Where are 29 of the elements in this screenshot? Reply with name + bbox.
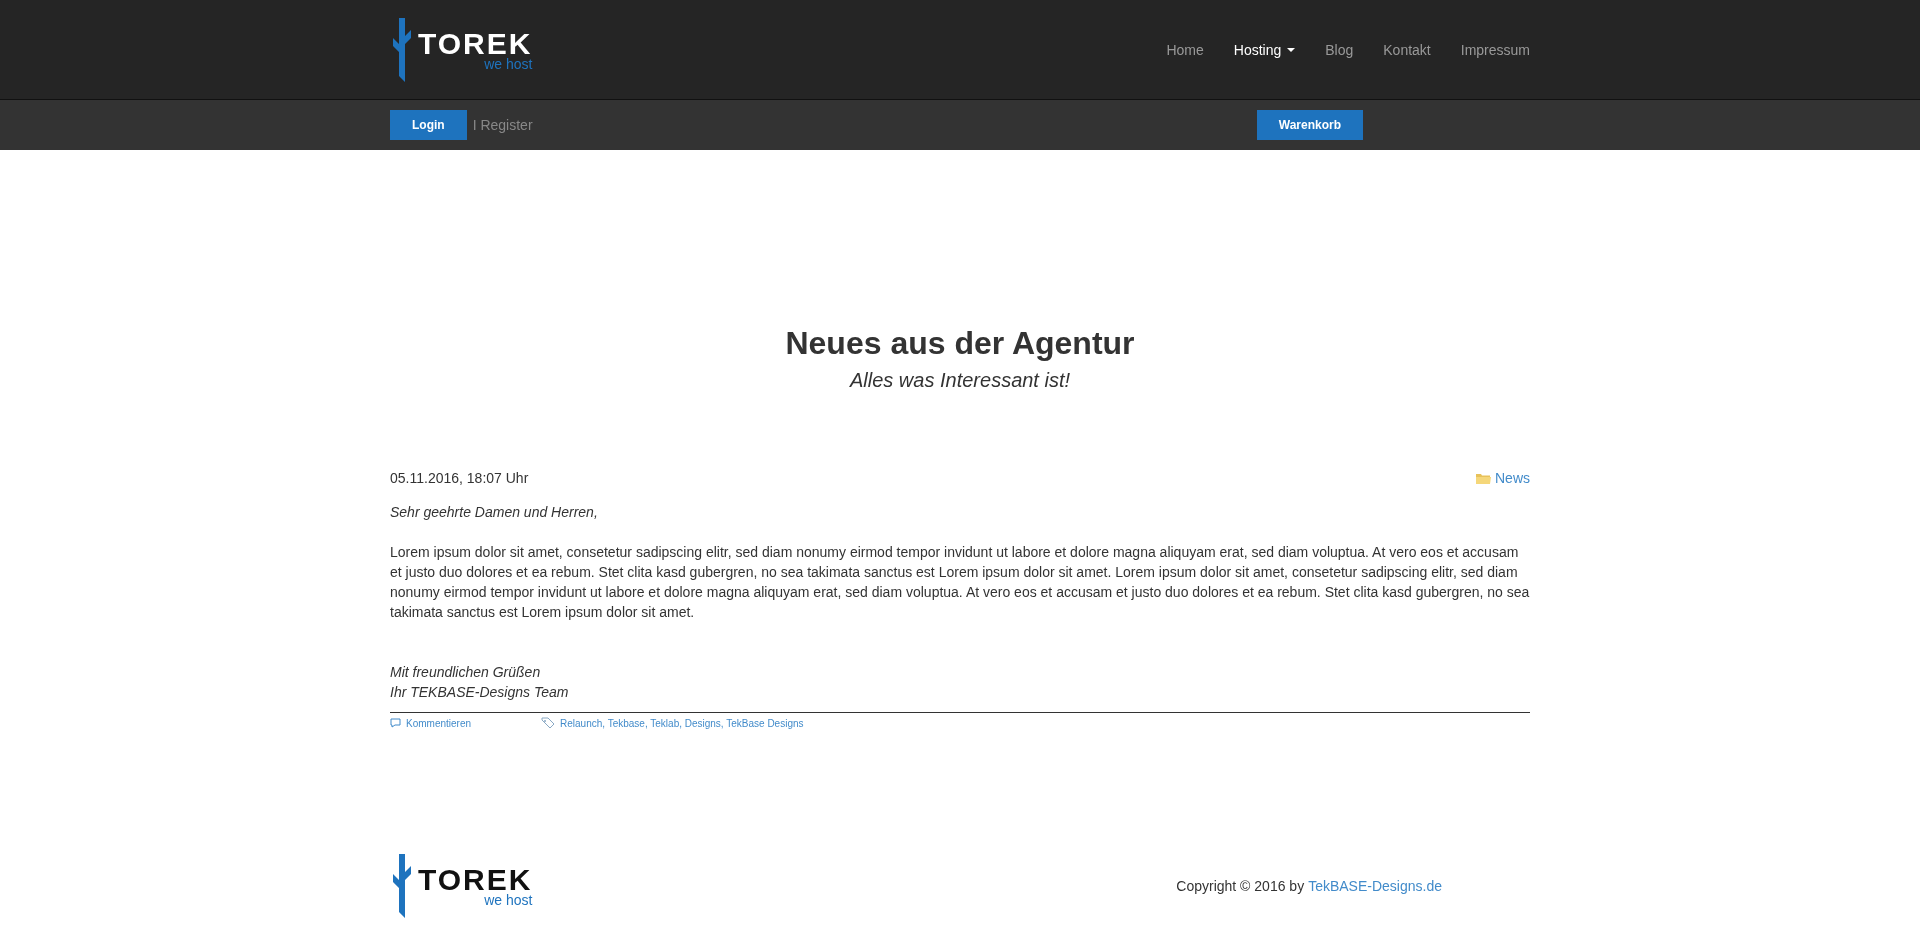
login-button[interactable]: Login (390, 110, 467, 140)
post-date: 05.11.2016, 18:07 Uhr (390, 470, 529, 486)
page-title: Neues aus der Agentur (784, 325, 1136, 361)
nav-link[interactable]: Home (1166, 41, 1204, 58)
post-body: Lorem ipsum dolor sit amet, consetetur sadipscing elitr, sed diam nonumy eirmod tempor invidunt ut labore et dolore magna aliquyam erat, sed diam voluptua. At vero eos et accusam et justo duo dolores et ea rebum. Stet clita kasd gubergren, no sea takimata sanctus est Lorem ipsum dolor sit amet. Lorem ipsum dolor sit amet, consetetur sadipscing elitr, sed diam nonumy eirmod tempor invidunt ut labore et dolore magna aliquyam erat, sed diam voluptua. At vero eos et accusam et justo duo dolores et ea rebum. Stet clita kasd gubergren, no sea takimata sanctus est Lorem ipsum dolor sit amet. (390, 543, 1530, 622)
folder-icon (1476, 472, 1491, 484)
logo-icon (390, 17, 414, 82)
page-subtitle: Alles was Interessant ist! (848, 369, 1072, 392)
logo-icon (390, 854, 414, 918)
logo-wordmark: TOREK (418, 28, 533, 59)
logo-wordmark: TOREK (418, 865, 533, 895)
closing-line: Mit freundlichen Grüßen (390, 663, 542, 682)
copyright-text: Copyright © 2016 by (1176, 878, 1305, 894)
nav-link[interactable]: Impressum (1460, 41, 1530, 58)
tag-icon (541, 717, 556, 729)
closing-line: Ihr TEKBASE-Designs Team (390, 683, 570, 702)
cart-button[interactable]: Warenkorb (1256, 110, 1363, 140)
nav-link[interactable]: Kontakt (1383, 41, 1431, 58)
logo-tagline: we host (484, 56, 533, 71)
nav-link[interactable]: Blog (1325, 41, 1354, 58)
category-link[interactable]: News (1495, 470, 1530, 486)
tags-link[interactable]: Relaunch, Tekbase, Teklab, Designs, TekBase Designs (560, 717, 804, 729)
nav-link[interactable]: Hosting (1233, 41, 1296, 58)
post-greeting: Sehr geehrte Damen und Herren, (390, 503, 599, 522)
copyright-link[interactable]: TekBASE-Designs.de (1308, 878, 1442, 894)
comment-icon (390, 718, 401, 728)
register-link[interactable]: I Register (472, 117, 533, 133)
logo-tagline: we host (484, 893, 533, 907)
comment-link[interactable]: Kommentieren (406, 717, 472, 729)
